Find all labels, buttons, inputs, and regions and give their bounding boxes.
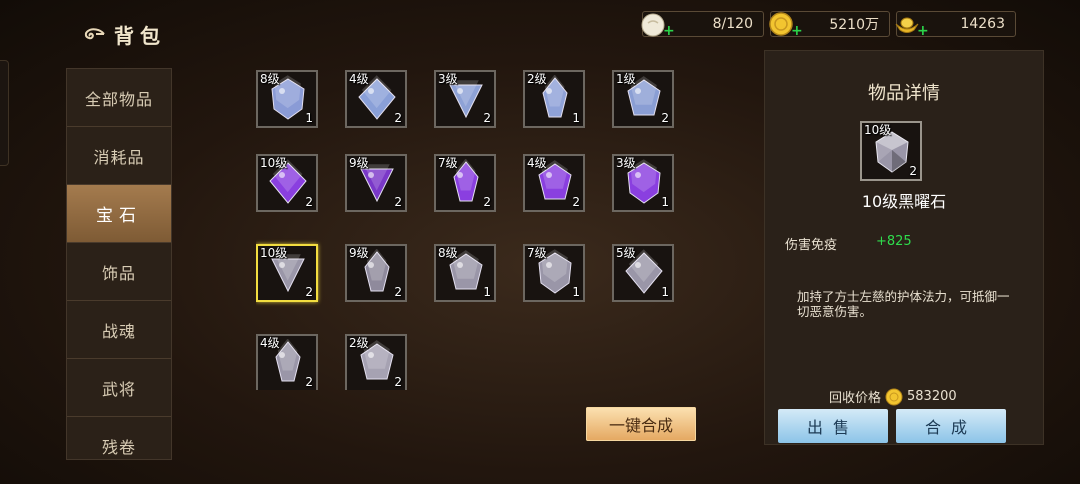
- gem-slot[interactable]: 5级 1: [612, 244, 674, 302]
- tab-generals[interactable]: 武将: [67, 359, 171, 417]
- stat-value: +825: [876, 234, 912, 249]
- gem-count: 2: [394, 285, 402, 299]
- gem-level: 4级: [260, 336, 280, 350]
- tab-gems[interactable]: 宝石: [67, 185, 171, 243]
- gem-count: 2: [572, 195, 580, 209]
- gem-level: 5级: [616, 246, 636, 260]
- stamina-counter: + 8/120: [641, 11, 764, 38]
- gem-level: 9级: [349, 156, 369, 170]
- gem-slot[interactable]: 4级 2: [523, 154, 585, 212]
- gem-slot[interactable]: 7级 1: [523, 244, 585, 302]
- gem-count: 2: [305, 195, 313, 209]
- inventory-grid: 8级 1 4级 2 3级 2 2级 1 1级 2 10级 2 9级 2 7级 2 4级 2 3级 1 10级 2 9级 2 8级…: [256, 70, 696, 390]
- gem-level: 2级: [349, 336, 369, 350]
- recycle-price-row: 回收价格 583200: [829, 387, 957, 406]
- gem-slot[interactable]: 9级 2: [345, 154, 407, 212]
- side-drawer-handle[interactable]: [0, 60, 9, 166]
- item-description: 加持了方士左慈的护体法力，可抵御一切恶意伤害。: [797, 289, 1010, 319]
- combine-button[interactable]: 合成: [896, 409, 1006, 443]
- gem-count: 1: [572, 111, 580, 125]
- gem-count: 2: [483, 195, 491, 209]
- tab-fragments[interactable]: 残卷: [67, 417, 171, 459]
- recycle-price-value: 583200: [907, 389, 957, 404]
- gem-level: 10级: [260, 246, 288, 260]
- gem-level: 8级: [438, 246, 458, 260]
- gem-level: 4级: [527, 156, 547, 170]
- gem-level: 8级: [260, 72, 280, 86]
- ingot-counter: + 14263: [895, 11, 1016, 38]
- gold-value: 5210万: [829, 17, 879, 33]
- ingot-value: 14263: [960, 16, 1005, 32]
- gem-count: 1: [305, 111, 313, 125]
- add-gold-button[interactable]: +: [791, 24, 803, 38]
- gem-count: 2: [483, 111, 491, 125]
- gem-count: 2: [661, 111, 669, 125]
- gem-level: 10级: [260, 156, 288, 170]
- item-detail-panel: 物品详情 10级 2 10级黑曜石 伤害免疫 +825 加持了方士左慈的护体法力…: [764, 50, 1044, 445]
- gem-slot[interactable]: 4级 2: [345, 70, 407, 128]
- gem-level: 7级: [438, 156, 458, 170]
- gem-slot[interactable]: 8级 1: [256, 70, 318, 128]
- merge-all-button[interactable]: 一键合成: [586, 407, 696, 441]
- stat-label: 伤害免疫: [785, 238, 838, 253]
- gem-slot[interactable]: 1级 2: [612, 70, 674, 128]
- gem-count: 1: [483, 285, 491, 299]
- tab-all-items[interactable]: 全部物品: [67, 69, 171, 127]
- page-title-text: 背包: [114, 23, 166, 48]
- gem-slot[interactable]: 3级 1: [612, 154, 674, 212]
- sell-button[interactable]: 出售: [778, 409, 888, 443]
- category-sidebar: 全部物品 消耗品 宝石 饰品 战魂 武将 残卷: [66, 68, 172, 460]
- gem-count: 2: [305, 285, 313, 299]
- gem-count: 2: [305, 375, 313, 389]
- detail-item-slot: 10级 2: [860, 121, 922, 181]
- gem-count: 2: [394, 375, 402, 389]
- gem-slot[interactable]: 7级 2: [434, 154, 496, 212]
- tab-consumables[interactable]: 消耗品: [67, 127, 171, 185]
- gem-slot[interactable]: 10级 2: [256, 244, 318, 302]
- stamina-value: 8/120: [712, 16, 753, 32]
- gem-slot[interactable]: 9级 2: [345, 244, 407, 302]
- detail-item-name: 10级黑曜石: [861, 192, 947, 211]
- gem-slot[interactable]: 8级 1: [434, 244, 496, 302]
- gem-level: 7级: [527, 246, 547, 260]
- page-title: 背包: [82, 20, 166, 48]
- gem-slot[interactable]: 10级 2: [256, 154, 318, 212]
- add-ingot-button[interactable]: +: [917, 24, 929, 38]
- gem-level: 1级: [616, 72, 636, 86]
- gem-count: 2: [394, 111, 402, 125]
- gold-coin-icon: [885, 388, 903, 405]
- gem-slot[interactable]: 2级 2: [345, 334, 407, 390]
- gem-count: 1: [661, 285, 669, 299]
- gem-slot[interactable]: 3级 2: [434, 70, 496, 128]
- tab-war-souls[interactable]: 战魂: [67, 301, 171, 359]
- gem-slot[interactable]: 2级 1: [523, 70, 585, 128]
- gem-count: 1: [661, 195, 669, 209]
- cloud-back-icon[interactable]: [82, 27, 106, 41]
- gem-count: 1: [572, 285, 580, 299]
- gold-counter: + 5210万: [769, 11, 890, 38]
- detail-item-count: 2: [909, 164, 917, 178]
- recycle-price-label: 回收价格: [829, 391, 882, 406]
- gem-count: 2: [394, 195, 402, 209]
- gem-level: 4级: [349, 72, 369, 86]
- gem-level: 9级: [349, 246, 369, 260]
- gem-level: 3级: [616, 156, 636, 170]
- gem-slot[interactable]: 4级 2: [256, 334, 318, 390]
- add-stamina-button[interactable]: +: [663, 24, 675, 38]
- detail-item-level: 10级: [864, 123, 892, 137]
- tab-accessories[interactable]: 饰品: [67, 243, 171, 301]
- gem-level: 2级: [527, 72, 547, 86]
- gem-level: 3级: [438, 72, 458, 86]
- detail-title: 物品详情: [868, 83, 940, 104]
